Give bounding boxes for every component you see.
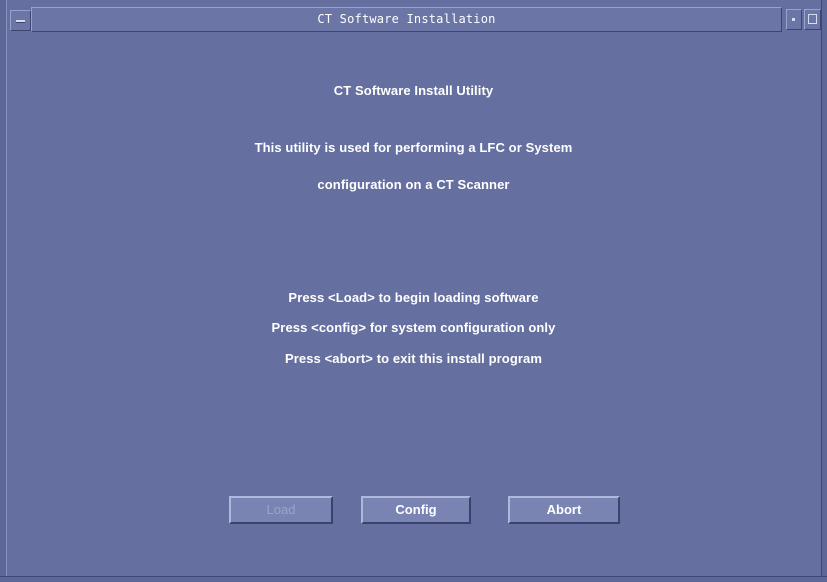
- utility-heading: CT Software Install Utility: [333, 83, 494, 98]
- minimize-icon: [792, 18, 795, 21]
- maximize-button[interactable]: [804, 9, 821, 30]
- title-bar[interactable]: CT Software Installation: [0, 0, 827, 34]
- description-line-2: configuration on a CT Scanner: [317, 177, 510, 192]
- window-title: CT Software Installation: [317, 12, 496, 26]
- instruction-config: Press <config> for system configuration …: [271, 320, 556, 335]
- window-frame-left[interactable]: [0, 0, 7, 582]
- window-frame-bottom[interactable]: [0, 576, 827, 582]
- window-menu-button[interactable]: [10, 10, 31, 31]
- title-drag-area[interactable]: CT Software Installation: [31, 7, 782, 32]
- window-frame-right[interactable]: [821, 0, 827, 582]
- config-button[interactable]: Config: [361, 496, 471, 524]
- maximize-icon: [808, 14, 817, 24]
- description-line-1: This utility is used for performing a LF…: [254, 140, 573, 155]
- install-window: CT Software Installation CT Software Ins…: [0, 0, 827, 582]
- instruction-abort: Press <abort> to exit this install progr…: [284, 351, 543, 366]
- load-button[interactable]: Load: [229, 496, 333, 524]
- minimize-button[interactable]: [786, 9, 802, 30]
- window-menu-icon: [16, 20, 25, 23]
- abort-button[interactable]: Abort: [508, 496, 620, 524]
- instruction-load: Press <Load> to begin loading software: [288, 290, 539, 305]
